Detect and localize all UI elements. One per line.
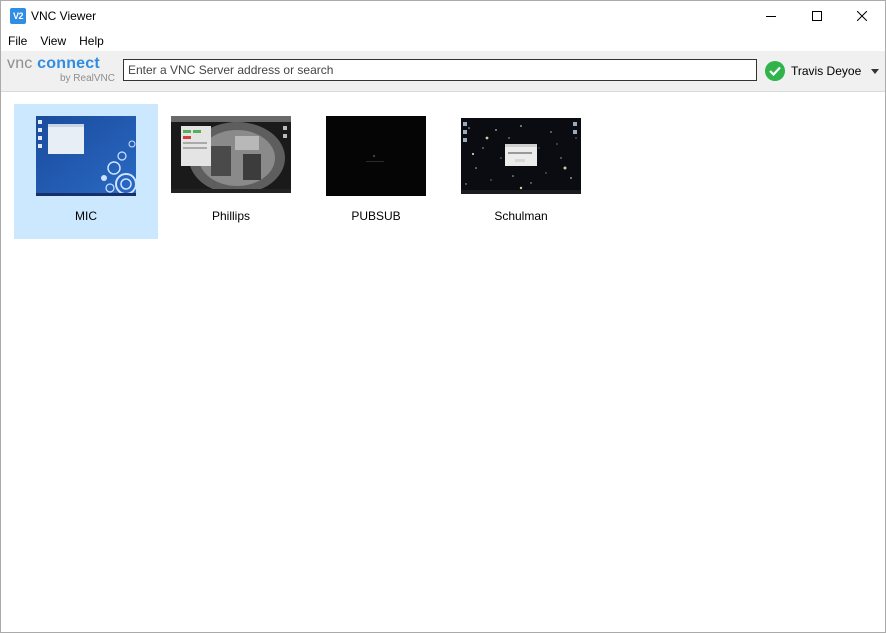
title-bar: V2 VNC Viewer <box>1 1 885 31</box>
address-book: MIC Phillips PUBSUB Schulman <box>1 92 885 632</box>
connection-name: Phillips <box>211 209 250 223</box>
toolbar: vnc connect by RealVNC Travis Deyoe <box>1 51 885 92</box>
connection-name: PUBSUB <box>351 209 401 223</box>
close-icon <box>857 11 867 21</box>
maximize-icon <box>812 11 822 21</box>
server-search-input[interactable] <box>123 59 757 81</box>
logo-vnc-text: vnc <box>7 55 33 72</box>
connection-tile-phillips[interactable]: Phillips <box>159 104 303 239</box>
account-menu[interactable]: Travis Deyoe <box>765 60 880 82</box>
logo-byline: by RealVNC <box>59 73 115 84</box>
vnc-app-icon: V2 <box>10 8 26 24</box>
connection-tile-pubsub[interactable]: PUBSUB <box>304 104 448 239</box>
signed-in-check-icon <box>765 61 785 81</box>
connection-tile-mic[interactable]: MIC <box>14 104 158 239</box>
menu-help[interactable]: Help <box>72 31 110 51</box>
chevron-down-icon[interactable] <box>871 68 880 74</box>
connection-tile-schulman[interactable]: Schulman <box>449 104 593 239</box>
logo-connect-text: connect <box>37 55 100 72</box>
connection-name: Schulman <box>494 209 548 223</box>
minimize-icon <box>766 16 776 17</box>
vnc-connect-logo: vnc connect by RealVNC <box>7 56 115 86</box>
desktop-thumbnail <box>461 118 581 194</box>
close-button[interactable] <box>839 1 885 31</box>
minimize-button[interactable] <box>748 1 794 31</box>
menu-view[interactable]: View <box>33 31 72 51</box>
window-title: VNC Viewer <box>31 9 97 23</box>
desktop-thumbnail <box>326 116 426 196</box>
connection-name: MIC <box>75 209 97 223</box>
desktop-thumbnail <box>171 116 291 193</box>
menu-file[interactable]: File <box>1 31 33 51</box>
user-name: Travis Deyoe <box>791 64 862 78</box>
maximize-button[interactable] <box>794 1 840 31</box>
desktop-thumbnail <box>36 116 136 196</box>
menu-bar: File View Help <box>1 31 885 51</box>
vnc-viewer-window: V2 VNC Viewer File View Help vnc connect… <box>0 0 886 633</box>
